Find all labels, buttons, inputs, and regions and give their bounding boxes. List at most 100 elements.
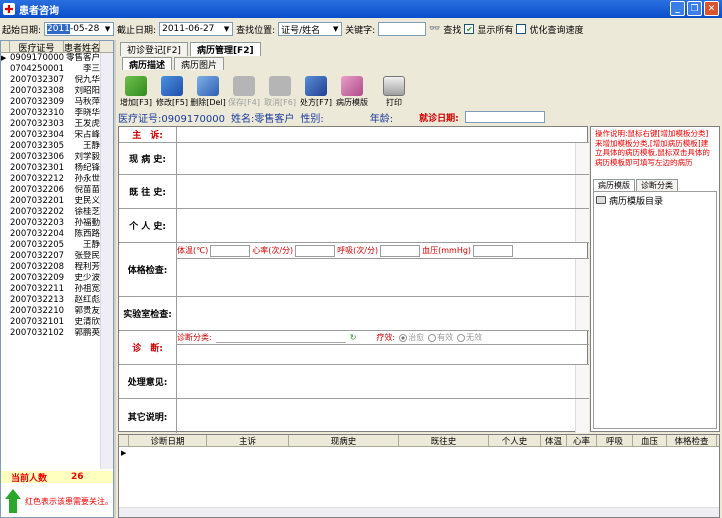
blood-pressure-input[interactable] [473, 244, 514, 257]
chief-complaint-input[interactable] [177, 127, 605, 142]
temperature-input[interactable] [210, 244, 251, 257]
grid-col-header[interactable]: 血压 [633, 435, 667, 446]
binoculars-icon[interactable]: 👓 [429, 24, 440, 34]
subtab-record-images[interactable]: 病历图片 [174, 57, 225, 71]
patient-medical-id: 医疗证号:0909170000 [118, 113, 225, 125]
optimize-checkbox[interactable] [516, 24, 527, 34]
tab-first-visit[interactable]: 初诊登记[F2] [120, 42, 188, 56]
patient-row[interactable]: 2007032208 程利芳 [1, 262, 113, 273]
show-all-checkbox[interactable]: ✔ [464, 24, 475, 34]
tab-record-templates[interactable]: 病历模版 [593, 179, 635, 191]
patient-row[interactable]: 2007032309 马秋萍 [1, 97, 113, 108]
maximize-button[interactable]: ❐ [687, 1, 702, 16]
patient-row[interactable]: 2007032310 李晓华 [1, 108, 113, 119]
patient-row-name: 张登民 [74, 251, 100, 261]
diagnosis-input[interactable] [177, 345, 589, 364]
find-button[interactable]: 查找 [443, 23, 461, 36]
refresh-icon[interactable]: ↻ [350, 333, 357, 342]
visit-date-input[interactable] [464, 111, 545, 123]
tab-records[interactable]: 病历管理[F2] [189, 42, 261, 56]
treatment-input[interactable] [177, 365, 605, 398]
minimize-button[interactable]: _ [670, 1, 685, 16]
patient-row[interactable]: 2007032301 杨纪锋 [1, 163, 113, 174]
save-button[interactable]: 保存[F4] [226, 76, 262, 108]
lab-exam-label: 实验室检查: [119, 297, 177, 330]
patient-row[interactable]: 2007032201 史民义 [1, 196, 113, 207]
effect-cured-radio[interactable]: 治愈 [399, 332, 424, 343]
personal-history-input[interactable] [177, 209, 605, 242]
history-grid-scrollbar[interactable] [119, 507, 719, 517]
patient-row[interactable]: 2007032202 徐桂芝 [1, 207, 113, 218]
chief-complaint-row: 主 诉: [119, 127, 605, 143]
effect-effective-radio[interactable]: 有效 [428, 332, 453, 343]
patient-row[interactable]: 0704250001 李三 [1, 64, 113, 75]
patient-row[interactable]: 2007032209 史少波 [1, 273, 113, 284]
patient-row[interactable]: 2007032307 倪九华 [1, 75, 113, 86]
diagnosis-category-input[interactable] [215, 332, 346, 343]
search-position-value: 证号/姓名 [281, 25, 321, 36]
delete-button[interactable]: 删除[Del] [190, 76, 226, 108]
template-button[interactable]: 病历模版 [334, 76, 370, 108]
present-history-input[interactable] [177, 143, 605, 174]
physical-exam-input[interactable] [177, 259, 605, 296]
keyword-input[interactable] [378, 22, 427, 36]
other-notes-input[interactable] [177, 399, 605, 433]
patient-row[interactable]: 2007032211 孙祖宽 [1, 284, 113, 295]
patient-list-scrollbar[interactable] [100, 53, 113, 469]
cancel-button[interactable]: 取消[F6] [262, 76, 298, 108]
patient-row[interactable]: 2007032212 孙永世 [1, 174, 113, 185]
patient-row-name: 徐桂芝 [74, 207, 100, 217]
search-position-select[interactable]: 证号/姓名 ▼ [278, 22, 343, 36]
lab-exam-input[interactable] [177, 297, 605, 330]
past-history-input[interactable] [177, 175, 605, 208]
add-button[interactable]: 增加[F3] [118, 76, 154, 108]
window-title: 患者咨询 [19, 5, 59, 17]
patient-row[interactable]: 2007032305 王静 [1, 141, 113, 152]
patient-row[interactable]: 2007032308 刘昭阳 [1, 86, 113, 97]
template-tree-root[interactable]: 病历模版目录 [609, 194, 663, 207]
end-date-label: 截止日期: [117, 25, 157, 36]
patient-row-id: 2007032212 [10, 174, 64, 184]
end-date-picker[interactable]: 2011-06-27 ▼ [159, 22, 234, 36]
patient-row[interactable]: 2007032213 赵红彪 [1, 295, 113, 306]
edit-button[interactable]: 修改[F5] [154, 76, 190, 108]
subtab-record-desc[interactable]: 病历描述 [122, 57, 173, 71]
chevron-down-icon: ▼ [332, 25, 339, 33]
grid-col-header[interactable]: 诊断日期 [129, 435, 207, 446]
patient-row-name: 倪九华 [74, 75, 100, 85]
grid-col-header[interactable]: 个人史 [489, 435, 541, 446]
grid-col-header[interactable]: 既往史 [399, 435, 489, 446]
effect-none-radio[interactable]: 无效 [457, 332, 482, 343]
patient-row-id: 2007032204 [10, 229, 64, 239]
heart-rate-input[interactable] [295, 244, 336, 257]
patient-row[interactable]: 2007032207 张登民 [1, 251, 113, 262]
col-patient-name[interactable]: 患者姓名 [64, 41, 100, 52]
patient-row[interactable]: 2007032306 刘学毅 [1, 152, 113, 163]
breath-rate-input[interactable] [380, 244, 421, 257]
patient-row[interactable]: 2007032304 宋占峰 [1, 130, 113, 141]
grid-col-header[interactable]: 体温 [541, 435, 567, 446]
close-button[interactable]: ✕ [704, 1, 719, 16]
patient-row[interactable]: 2007032303 王发虎 [1, 119, 113, 130]
row-pointer-icon [1, 75, 10, 86]
patient-row[interactable]: 2007032206 倪苗苗 [1, 185, 113, 196]
printer-icon [383, 76, 405, 96]
up-arrow-icon[interactable] [5, 489, 21, 513]
col-medical-id[interactable]: 医疗证号 [10, 41, 64, 54]
grid-col-header[interactable]: 心率 [567, 435, 597, 446]
patient-row[interactable]: ▶ 0909170000 零售客户 [1, 53, 113, 64]
start-date-picker[interactable]: 2011 -05-28 ▼ [44, 22, 115, 36]
grid-col-header[interactable]: 主诉 [207, 435, 289, 446]
patient-row[interactable]: 2007032203 孙福勤 [1, 218, 113, 229]
prescription-button[interactable]: 处方[F7] [298, 76, 334, 108]
patient-row[interactable]: 2007032205 王静 [1, 240, 113, 251]
grid-col-header[interactable]: 现病史 [289, 435, 399, 446]
patient-row[interactable]: 2007032101 史清欣 [1, 317, 113, 328]
print-button[interactable]: 打印 [376, 76, 412, 108]
tab-diagnosis-categories[interactable]: 诊断分类 [636, 179, 678, 191]
grid-col-header[interactable]: 体格检查 [667, 435, 717, 446]
patient-row[interactable]: 2007032204 陈西路 [1, 229, 113, 240]
patient-row[interactable]: 2007032210 郭贵友 [1, 306, 113, 317]
patient-row[interactable]: 2007032102 郭鹏英 [1, 328, 113, 339]
grid-col-header[interactable]: 呼吸 [597, 435, 633, 446]
